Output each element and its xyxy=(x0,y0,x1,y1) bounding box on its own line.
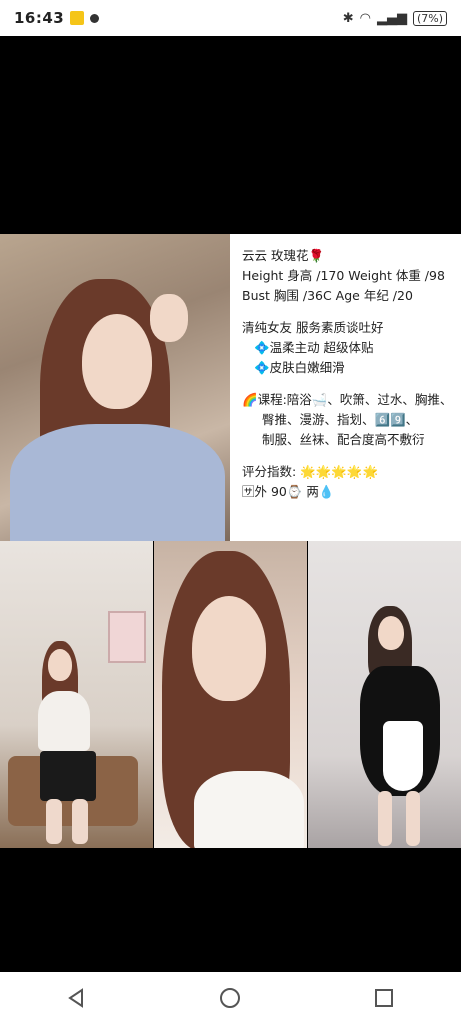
profile-text-panel: 云云 玫瑰花🌹 Height 身高 /170 Weight 体重 /98 Bus… xyxy=(230,234,461,541)
notification-dot-icon xyxy=(90,13,100,23)
profile-trait-1: 💠温柔主动 超级体贴 xyxy=(254,340,374,355)
app-notification-icon xyxy=(70,11,85,25)
home-circle-icon xyxy=(220,988,241,1008)
status-bar: 16:43 ✱ ◠ ▂▄▆ (7%) xyxy=(0,0,461,36)
status-time: 16:43 xyxy=(14,9,65,27)
main-photo xyxy=(0,234,230,541)
nav-recents-button[interactable] xyxy=(364,978,404,1018)
recents-square-icon xyxy=(375,989,394,1007)
photo-tile-3 xyxy=(308,541,461,848)
photo-tile-2 xyxy=(154,541,307,848)
profile-price: 🈂外 90⌚ 两💧 xyxy=(242,484,335,499)
nav-home-button[interactable] xyxy=(210,978,250,1018)
status-icons: ✱ ◠ ▂▄▆ (7%) xyxy=(342,10,447,26)
profile-bust-age: Bust 胸围 /36C Age 年纪 /20 xyxy=(242,288,413,303)
photo-tile-1 xyxy=(0,541,153,848)
ad-poster-image[interactable]: 云云 玫瑰花🌹 Height 身高 /170 Weight 体重 /98 Bus… xyxy=(0,234,461,848)
image-viewer[interactable]: 云云 玫瑰花🌹 Height 身高 /170 Weight 体重 /98 Bus… xyxy=(0,36,461,972)
profile-name: 云云 玫瑰花🌹 xyxy=(242,248,325,263)
wifi-icon: ◠ xyxy=(359,10,371,26)
system-nav-bar xyxy=(0,972,461,1024)
profile-rating: 评分指数: 🌟🌟🌟🌟🌟 xyxy=(242,464,379,479)
profile-tagline: 清纯女友 服务素质谈吐好 xyxy=(242,320,384,335)
profile-services-2: 臀推、漫游、指划、6️⃣9️⃣、 xyxy=(262,412,419,427)
bluetooth-icon: ✱ xyxy=(342,10,354,26)
profile-services-3: 制服、丝袜、配合度高不敷衍 xyxy=(262,432,425,447)
signal-icon: ▂▄▆ xyxy=(376,10,407,26)
battery-indicator: (7%) xyxy=(412,10,447,26)
profile-height-weight: Height 身高 /170 Weight 体重 /98 xyxy=(242,268,445,283)
nav-back-button[interactable] xyxy=(57,978,97,1018)
profile-trait-2: 💠皮肤白嫩细滑 xyxy=(254,360,345,375)
back-triangle-icon xyxy=(68,988,83,1008)
profile-services-1: 🌈课程:陪浴🛁、吹箫、过水、胸推、 xyxy=(242,392,453,407)
